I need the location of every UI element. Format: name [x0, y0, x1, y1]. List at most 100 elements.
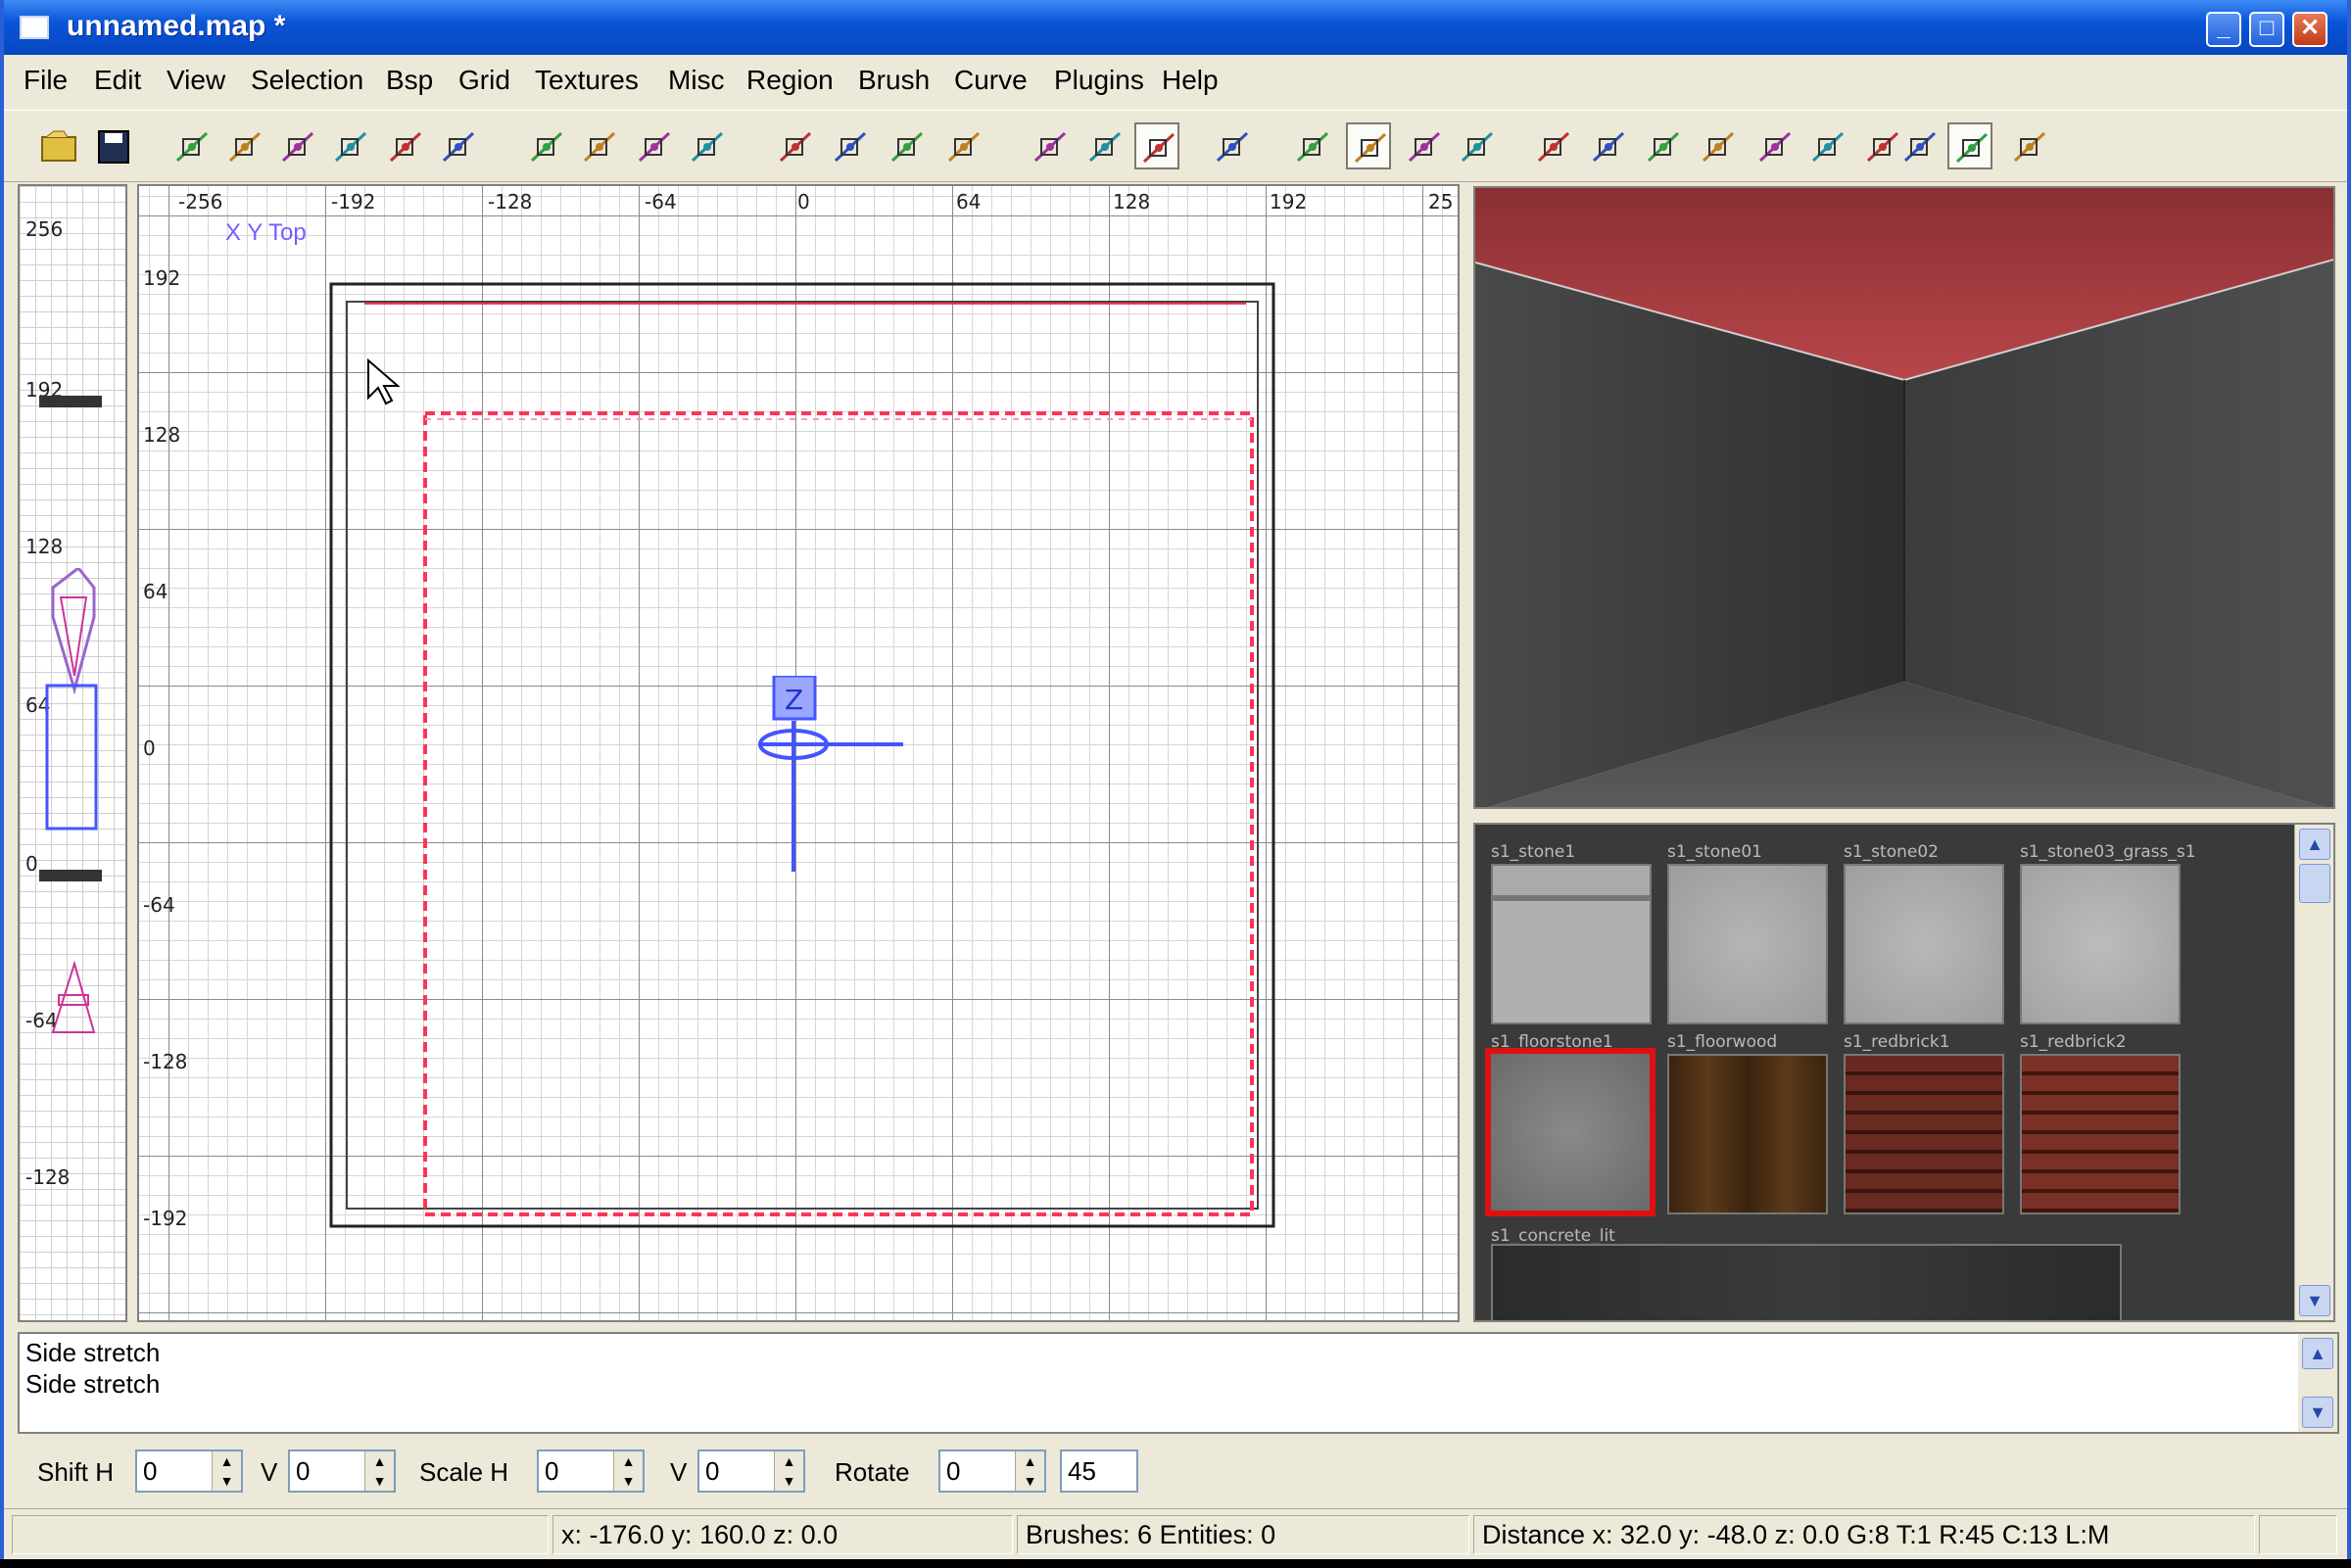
menu-grid[interactable]: Grid	[458, 65, 510, 96]
cubic-clipping-icon[interactable]	[1134, 122, 1179, 169]
v-label: V	[261, 1457, 278, 1487]
select-edges-icon[interactable]	[1947, 122, 1992, 169]
surface-inspector-bar: Shift H 0 ▲ ▼ V 0 ▲ ▼ Scale H 0 ▲ ▼ V 0 ▲ ▼ Rota…	[18, 1440, 2339, 1502]
texture-thumbnail[interactable]	[1491, 864, 1652, 1024]
flip-x-icon[interactable]	[168, 122, 214, 169]
status-pane-end	[2259, 1515, 2337, 1554]
texture-thumbnail[interactable]	[2020, 1054, 2181, 1214]
change-views-icon[interactable]	[1027, 122, 1072, 169]
scroll-thumb[interactable]	[2299, 864, 2330, 903]
scale-x-icon[interactable]	[1401, 122, 1446, 169]
scale-y-icon[interactable]	[1454, 122, 1499, 169]
menu-bar: File Edit View Selection Bsp Grid Textur…	[4, 55, 2347, 108]
console[interactable]: Side stretch Side stretch ▲ ▼	[18, 1332, 2339, 1434]
csg-merge-icon[interactable]	[827, 122, 872, 169]
scale-z-icon[interactable]	[1530, 122, 1575, 169]
rotate-field[interactable]: 0 ▲ ▼	[938, 1449, 1046, 1493]
flip-y-icon[interactable]	[274, 122, 319, 169]
rotate-value: 0	[946, 1456, 961, 1486]
title-bar[interactable]: unnamed.map * _ □ ✕	[4, 0, 2347, 55]
menu-textures[interactable]: Textures	[535, 65, 639, 96]
hollow-icon[interactable]	[884, 122, 929, 169]
rotate-z-icon[interactable]	[435, 122, 480, 169]
plugin-icon[interactable]	[2006, 122, 2051, 169]
toolbar	[4, 110, 2347, 182]
texture-name: s1_stone1	[1491, 842, 1576, 862]
menu-region[interactable]: Region	[746, 65, 834, 96]
mouse-cursor-icon	[367, 358, 401, 405]
texture-thumbnail[interactable]	[1491, 1244, 2122, 1320]
open-icon[interactable]	[35, 122, 80, 169]
patch-icon[interactable]	[1346, 122, 1391, 169]
patch-bend-icon[interactable]	[1751, 122, 1797, 169]
menu-curve[interactable]: Curve	[954, 65, 1028, 96]
camera-view[interactable]	[1473, 186, 2335, 809]
select-touching-icon[interactable]	[576, 122, 621, 169]
shift-v-field[interactable]: 0 ▲ ▼	[288, 1449, 396, 1493]
texture-name: s1_floorwood	[1667, 1032, 1778, 1052]
rotate-step-field[interactable]: 45	[1060, 1449, 1138, 1493]
texture-thumbnail[interactable]	[2020, 864, 2181, 1024]
scale-h-field[interactable]: 0 ▲ ▼	[537, 1449, 645, 1493]
drag-vertices-icon[interactable]	[1695, 122, 1740, 169]
texture-thumbnail-selected[interactable]	[1485, 1048, 1655, 1216]
select-inside-icon[interactable]	[684, 122, 729, 169]
entities-as-box-icon[interactable]	[1289, 122, 1334, 169]
menu-brush[interactable]: Brush	[858, 65, 930, 96]
console-scrollbar[interactable]: ▲ ▼	[2298, 1334, 2337, 1432]
maximize-button[interactable]: □	[2249, 12, 2284, 47]
camera-lighting-icon[interactable]	[1209, 122, 1254, 169]
save-icon[interactable]	[90, 122, 135, 169]
csg-subtract-icon[interactable]	[772, 122, 817, 169]
scroll-down-icon[interactable]: ▼	[2299, 1285, 2330, 1316]
spinner-icon[interactable]: ▲ ▼	[774, 1451, 803, 1491]
clipper-icon[interactable]	[940, 122, 985, 169]
texture-lock-icon[interactable]	[1081, 122, 1127, 169]
xy-view[interactable]: -256 -192 -128 -64 0 64 128 192 25 X Y T…	[137, 184, 1460, 1322]
scroll-up-icon[interactable]: ▲	[2302, 1338, 2333, 1369]
texture-scrollbar[interactable]: ▲ ▼	[2294, 825, 2333, 1320]
menu-misc[interactable]: Misc	[668, 65, 725, 96]
spinner-icon[interactable]: ▲ ▼	[1015, 1451, 1044, 1491]
close-button[interactable]: ✕	[2292, 12, 2327, 47]
menu-bsp[interactable]: Bsp	[386, 65, 433, 96]
status-coords: x: -176.0 y: 160.0 z: 0.0	[552, 1515, 1013, 1554]
scale-v-field[interactable]: 0 ▲ ▼	[697, 1449, 805, 1493]
spinner-icon[interactable]: ▲ ▼	[212, 1451, 241, 1491]
texture-thumbnail[interactable]	[1844, 1054, 2004, 1214]
menu-view[interactable]: View	[167, 65, 225, 96]
rotate-label: Rotate	[835, 1457, 910, 1487]
camera-marker-icon[interactable]: Z	[739, 676, 905, 872]
scroll-up-icon[interactable]: ▲	[2299, 829, 2330, 860]
texture-thumbnail[interactable]	[1667, 1054, 1828, 1214]
z-tick: 256	[25, 217, 64, 241]
menu-plugins[interactable]: Plugins	[1054, 65, 1144, 96]
drag-edges-icon[interactable]	[1640, 122, 1685, 169]
rotate-y-icon[interactable]	[327, 122, 372, 169]
shift-h-field[interactable]: 0 ▲ ▼	[135, 1449, 243, 1493]
z-view[interactable]: 256 192 128 64 0 -64 -128	[18, 184, 127, 1322]
select-partial-tall-icon[interactable]	[631, 122, 676, 169]
patch-insert-icon[interactable]	[1804, 122, 1849, 169]
texture-browser[interactable]: s1_stone1 s1_stone01 s1_stone02 s1_stone…	[1473, 823, 2335, 1322]
texture-thumbnail[interactable]	[1667, 864, 1828, 1024]
minimize-button[interactable]: _	[2206, 12, 2241, 47]
z-camera-icon	[45, 568, 98, 1033]
scroll-down-icon[interactable]: ▼	[2302, 1397, 2333, 1428]
menu-help[interactable]: Help	[1162, 65, 1219, 96]
spinner-icon[interactable]: ▲ ▼	[613, 1451, 643, 1491]
menu-file[interactable]: File	[24, 65, 68, 96]
rotate-step-value: 45	[1068, 1456, 1096, 1486]
menu-selection[interactable]: Selection	[251, 65, 363, 96]
texture-name: s1_concrete_lit	[1491, 1226, 1615, 1246]
rotate-x-icon[interactable]	[221, 122, 266, 169]
flip-z-icon[interactable]	[382, 122, 427, 169]
select-complete-tall-icon[interactable]	[523, 122, 568, 169]
texture-name: s1_stone03_grass_s1	[2020, 842, 2196, 862]
texture-thumbnail[interactable]	[1844, 864, 2004, 1024]
free-rotation-icon[interactable]	[1585, 122, 1630, 169]
select-faces-icon[interactable]	[1896, 122, 1942, 169]
console-line: Side stretch	[25, 1369, 161, 1399]
menu-edit[interactable]: Edit	[94, 65, 141, 96]
spinner-icon[interactable]: ▲ ▼	[364, 1451, 394, 1491]
